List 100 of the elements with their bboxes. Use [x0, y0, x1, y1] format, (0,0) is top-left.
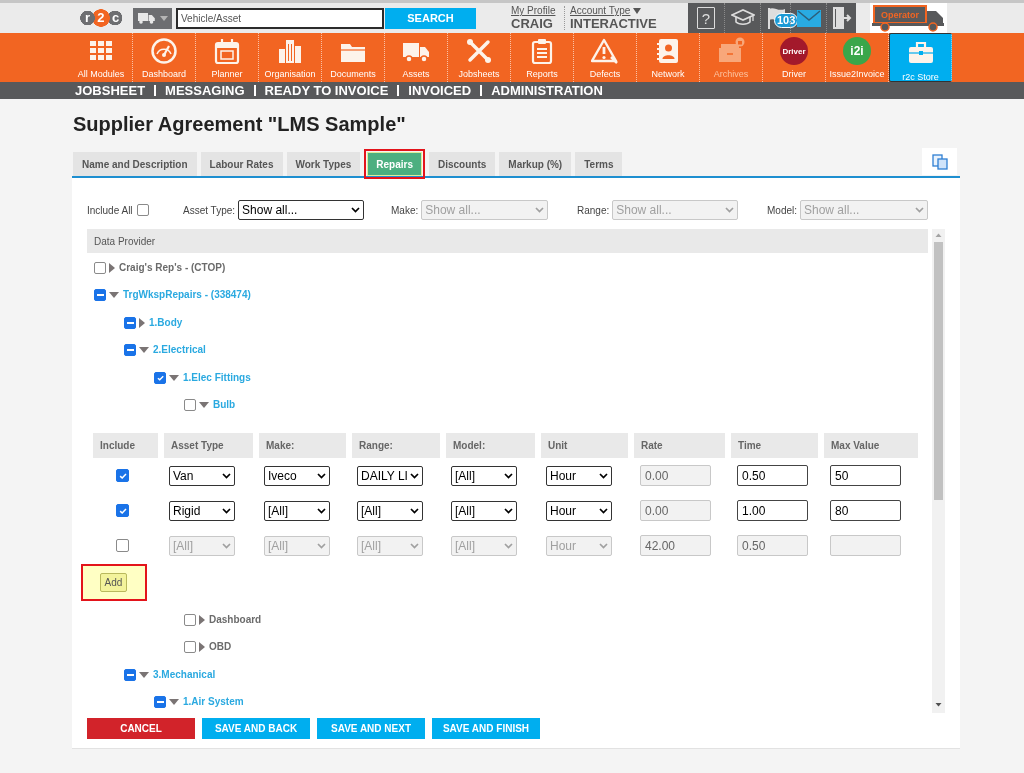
column-header: Range:: [352, 433, 440, 458]
caret-down-icon[interactable]: [169, 699, 179, 706]
tree-item[interactable]: OBD: [209, 641, 232, 654]
checkbox[interactable]: [116, 469, 129, 482]
dropdown[interactable]: Show all...: [238, 200, 365, 220]
chevron-down-icon: [317, 542, 326, 549]
dropdown[interactable]: [All]: [357, 500, 423, 521]
text-field[interactable]: 0.00: [640, 465, 711, 486]
text-field[interactable]: 50: [830, 465, 901, 486]
column-header: Asset Type: [164, 433, 253, 458]
checkbox[interactable]: [124, 344, 136, 357]
nav-link[interactable]: MESSAGING: [165, 83, 245, 98]
text-field[interactable]: 80: [830, 500, 901, 521]
tree-item[interactable]: Craig's Rep's - (CTOP): [119, 261, 226, 274]
tab[interactable]: Work Types: [286, 152, 361, 176]
envelope-icon[interactable]: [796, 9, 821, 27]
field-label: Make:: [391, 204, 419, 216]
tab[interactable]: Terms: [575, 152, 623, 176]
module-logo: Driver: [780, 37, 808, 65]
dropdown[interactable]: Iveco: [264, 465, 330, 486]
checkbox[interactable]: [94, 289, 106, 302]
chevron-down-icon: [504, 472, 513, 479]
chevron-down-icon: [222, 472, 231, 479]
tab[interactable]: Discounts: [428, 152, 496, 176]
caret-right-icon[interactable]: [109, 262, 115, 273]
truck-logo: Operator: [871, 4, 946, 32]
dropdown[interactable]: [All]: [264, 500, 330, 521]
help-button[interactable]: ?: [697, 7, 715, 29]
nav-link[interactable]: JOBSHEET: [75, 83, 146, 98]
copy-icon: [931, 153, 948, 170]
column-header: Rate: [634, 433, 725, 458]
cancel-button[interactable]: CANCEL: [87, 718, 195, 739]
caret-down-icon[interactable]: [109, 292, 119, 299]
nav-link[interactable]: ADMINISTRATION: [491, 83, 603, 98]
dropdown[interactable]: Rigid: [169, 500, 235, 521]
nav-link[interactable]: READY TO INVOICE: [264, 83, 389, 98]
search-field[interactable]: Vehicle/Asset: [176, 7, 384, 29]
chevron-down-icon: [222, 507, 231, 514]
dropdown[interactable]: [All]: [451, 465, 517, 486]
caret-right-icon[interactable]: [139, 317, 145, 328]
tree-item[interactable]: 1.Air System: [183, 696, 244, 709]
dropdown-button[interactable]: [133, 7, 172, 29]
checkmark-icon: [118, 507, 127, 514]
text-field[interactable]: 0.00: [640, 500, 711, 521]
user-name: CRAIG: [511, 17, 553, 31]
scrollbar[interactable]: [932, 229, 945, 713]
checkbox[interactable]: [154, 371, 166, 384]
checkbox[interactable]: [94, 261, 106, 274]
checkbox[interactable]: [124, 316, 136, 329]
minus-icon: [126, 349, 134, 352]
column-header: Data Provider: [87, 229, 928, 253]
tab[interactable]: Name and Description: [73, 152, 197, 176]
checkbox[interactable]: [184, 613, 196, 626]
caret-down-icon[interactable]: [199, 402, 209, 409]
tab[interactable]: Markup (%): [499, 152, 572, 176]
checkbox[interactable]: [136, 204, 149, 216]
checkbox[interactable]: [154, 696, 166, 709]
chevron-down-icon: [410, 507, 419, 514]
dropdown[interactable]: DAILY LI: [357, 465, 423, 486]
tree-item[interactable]: Dashboard: [209, 613, 262, 626]
profile-link[interactable]: My Profile: [511, 5, 556, 17]
caret-right-icon[interactable]: [199, 642, 205, 653]
chevron-down-icon: [915, 207, 924, 213]
field-label: Asset Type:: [183, 204, 236, 216]
field-label: Include All: [87, 204, 133, 216]
chevron-down-icon: [222, 542, 231, 549]
exit-door-icon[interactable]: [831, 6, 852, 30]
column-header: Max Value: [824, 433, 918, 458]
dropdown[interactable]: Hour: [546, 500, 612, 521]
checkbox[interactable]: [124, 668, 136, 681]
checkbox[interactable]: [184, 641, 196, 654]
caret-down-icon[interactable]: [139, 347, 149, 354]
caret-down-icon[interactable]: [169, 374, 179, 381]
column-header: Make:: [259, 433, 346, 458]
dropdown[interactable]: [All]: [451, 500, 517, 521]
column-header: Time: [731, 433, 818, 458]
dropdown[interactable]: Hour: [546, 465, 612, 486]
account-type-link[interactable]: Account Type: [570, 5, 642, 17]
column-header: Unit: [541, 433, 628, 458]
graduation-cap-icon[interactable]: [730, 9, 755, 27]
minus-icon: [126, 321, 134, 324]
add-button[interactable]: Add: [100, 573, 127, 592]
chevron-down-icon: [725, 207, 735, 213]
caret-down-icon: [159, 15, 168, 21]
account-type-value: INTERACTIVE: [570, 17, 657, 31]
minus-icon: [126, 673, 134, 676]
checkbox[interactable]: [184, 399, 196, 412]
caret-down-icon[interactable]: [139, 671, 149, 678]
text-field[interactable]: 0.50: [737, 465, 808, 486]
nav-link[interactable]: INVOICED: [408, 83, 472, 98]
text-field[interactable]: 1.00: [737, 500, 808, 521]
dropdown[interactable]: Van: [169, 465, 235, 486]
copy-button[interactable]: [922, 148, 957, 175]
chevron-down-icon: [410, 472, 419, 479]
checkbox[interactable]: [116, 504, 129, 517]
chevron-down-icon: [599, 507, 608, 514]
caret-right-icon[interactable]: [199, 614, 205, 625]
chevron-down-icon: [351, 207, 361, 213]
tab[interactable]: Labour Rates: [200, 152, 283, 176]
chevron-down-icon: [317, 472, 326, 479]
